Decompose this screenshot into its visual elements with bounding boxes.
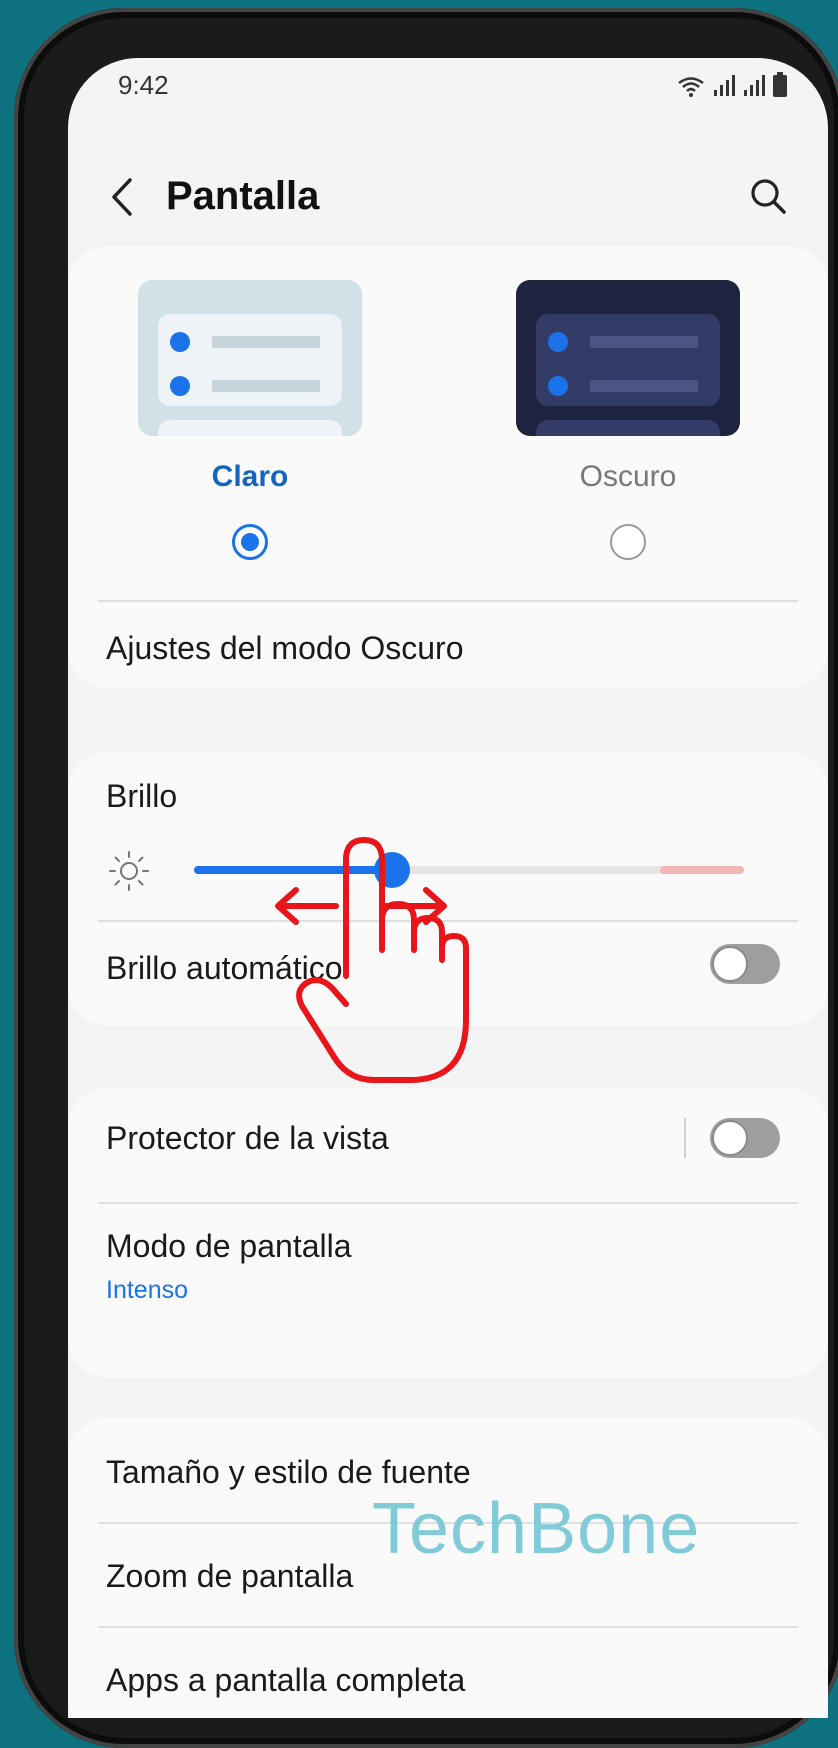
status-bar: 9:42 bbox=[118, 64, 788, 104]
signal-icon bbox=[744, 75, 765, 96]
divider bbox=[98, 920, 798, 922]
search-icon bbox=[751, 179, 786, 214]
auto-brightness-label: Brillo automático bbox=[106, 950, 343, 986]
light-theme-radio[interactable] bbox=[232, 524, 268, 560]
brightness-fill bbox=[194, 866, 392, 874]
dark-theme-option[interactable]: Oscuro bbox=[516, 280, 740, 560]
eye-comfort-label[interactable]: Protector de la vista bbox=[106, 1120, 389, 1157]
status-time: 9:42 bbox=[118, 70, 169, 100]
dark-mode-settings-item[interactable]: Ajustes del modo Oscuro bbox=[106, 630, 464, 667]
brightness-card: Brillo Brillo automático bbox=[68, 752, 828, 1026]
chevron-left-icon bbox=[112, 178, 132, 216]
phone-frame: 9:42 Pantalla Claro Oscuro Ajustes del m… bbox=[14, 8, 838, 1748]
divider bbox=[98, 1202, 798, 1204]
watermark: TechBone bbox=[372, 1489, 701, 1569]
status-icons bbox=[676, 72, 788, 98]
light-theme-preview[interactable] bbox=[138, 280, 362, 436]
dark-theme-preview[interactable] bbox=[516, 280, 740, 436]
brightness-label: Brillo bbox=[106, 778, 178, 814]
screen-mode-value: Intenso bbox=[106, 1276, 189, 1304]
divider bbox=[98, 600, 798, 602]
theme-card: Claro Oscuro Ajustes del modo Oscuro bbox=[68, 246, 828, 688]
screen: 9:42 Pantalla Claro Oscuro Ajustes del m… bbox=[68, 58, 828, 1718]
full-screen-apps-item[interactable]: Apps a pantalla completa bbox=[106, 1662, 465, 1699]
wifi-icon bbox=[678, 77, 704, 97]
eye-comfort-toggle[interactable] bbox=[710, 1118, 780, 1158]
page-title: Pantalla bbox=[166, 174, 320, 218]
battery-icon bbox=[773, 72, 787, 97]
search-button[interactable] bbox=[744, 172, 794, 222]
app-header: Pantalla bbox=[68, 158, 828, 238]
brightness-high-zone bbox=[660, 866, 744, 874]
dark-theme-radio[interactable] bbox=[610, 524, 646, 560]
light-theme-option[interactable]: Claro bbox=[138, 280, 362, 560]
brightness-slider[interactable] bbox=[106, 842, 786, 902]
toggle-separator bbox=[684, 1118, 686, 1158]
brightness-track[interactable] bbox=[194, 866, 744, 874]
eye-comfort-card: Protector de la vista Modo de pantalla I… bbox=[68, 1088, 828, 1378]
divider bbox=[98, 1626, 798, 1628]
font-size-style-item[interactable]: Tamaño y estilo de fuente bbox=[106, 1454, 471, 1491]
screen-zoom-item[interactable]: Zoom de pantalla bbox=[106, 1558, 353, 1595]
sun-icon bbox=[109, 851, 149, 891]
back-button[interactable] bbox=[98, 172, 148, 222]
signal-icon bbox=[714, 75, 735, 96]
brightness-thumb[interactable] bbox=[374, 852, 410, 888]
auto-brightness-toggle[interactable] bbox=[710, 944, 780, 984]
screen-mode-label[interactable]: Modo de pantalla bbox=[106, 1228, 352, 1265]
dark-theme-label: Oscuro bbox=[579, 460, 677, 493]
light-theme-label: Claro bbox=[211, 460, 289, 493]
